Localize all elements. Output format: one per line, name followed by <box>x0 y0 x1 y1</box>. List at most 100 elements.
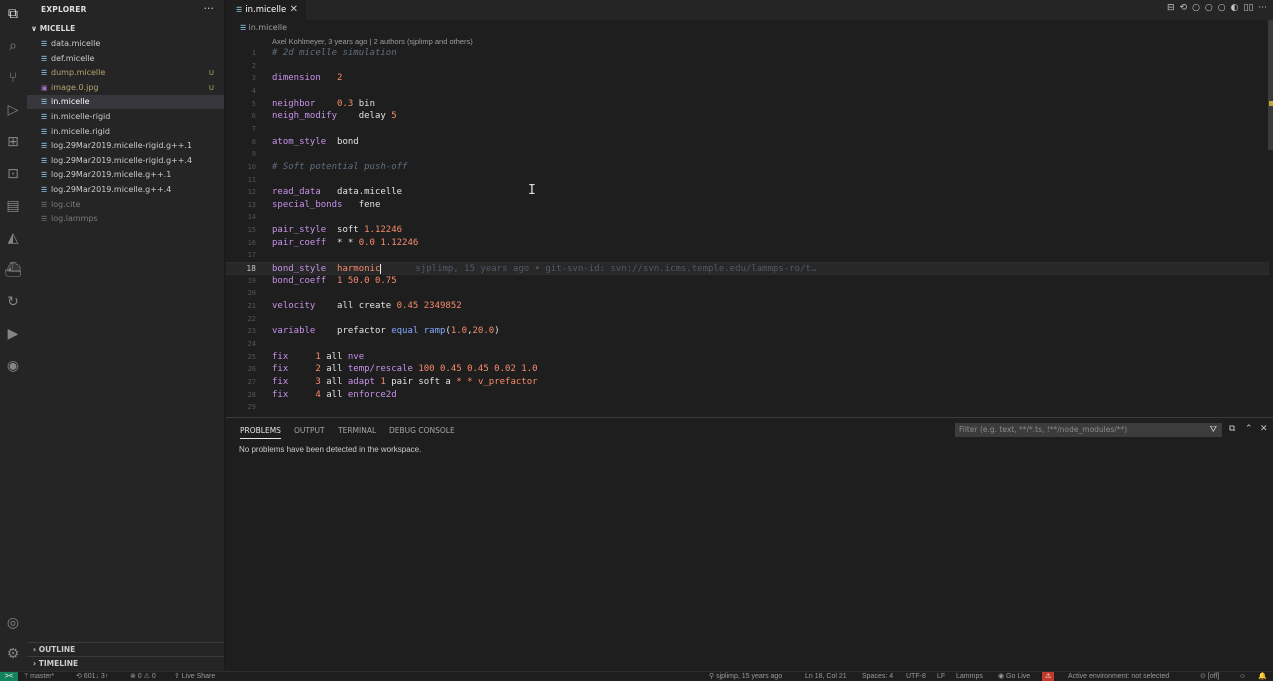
tab-debug-console[interactable]: DEBUG CONSOLE <box>389 426 455 435</box>
encoding[interactable]: UTF-8 <box>906 672 926 681</box>
accounts-icon[interactable]: ◎ <box>4 614 22 632</box>
code-line[interactable]: 1 # 2d micelle simulation <box>226 47 1269 60</box>
file-item[interactable]: ☰ dump.micelle U <box>27 66 224 80</box>
code-line[interactable]: 5 neighbor 0.3 bin <box>226 98 1269 111</box>
file-item[interactable]: ☰ in.micelle.rigid <box>27 125 224 139</box>
code-editor[interactable]: 1 # 2d micelle simulation 2 3 dimension 245n… <box>226 47 1273 413</box>
filter-icon[interactable]: ⛛ <box>1209 424 1217 436</box>
code-line[interactable]: 18 bond_style harmonic sjplimp, 15 years a… <box>226 262 1269 275</box>
code-line[interactable]: 7 <box>226 123 1269 136</box>
docker-icon[interactable]: ⛴ <box>4 261 22 279</box>
problems-filter-input[interactable]: Filter (e.g. text, **/*.ts, !**/node_mod… <box>955 423 1222 437</box>
remote-indicator[interactable]: >< <box>0 672 18 681</box>
problems-indicator[interactable]: ⊗ 0 ⚠ 0 <box>130 672 156 681</box>
code-line[interactable]: 29 <box>226 401 1269 414</box>
code-line[interactable]: 14 <box>226 211 1269 224</box>
circle-icon[interactable]: ○ <box>1218 3 1226 13</box>
section-timeline[interactable]: › TIMELINE <box>27 656 224 670</box>
code-line[interactable]: 19 bond_coeff 1 50.0 0.75 <box>226 275 1269 288</box>
code-line[interactable]: 11 <box>226 174 1269 187</box>
explorer-icon[interactable]: ⧉ <box>4 5 22 23</box>
branch-indicator[interactable]: ᛘ master* <box>24 672 54 681</box>
file-item[interactable]: ☰ log.29Mar2019.micelle-rigid.g++.4 <box>27 154 224 168</box>
collapse-all-icon[interactable]: ⧉ <box>1229 424 1235 434</box>
file-item[interactable]: ☰ log.29Mar2019.micelle-rigid.g++.1 <box>27 139 224 153</box>
gitlab-icon[interactable]: ◭ <box>4 229 22 247</box>
source-control-icon[interactable]: ⑂ <box>4 69 22 87</box>
file-item[interactable]: ☰ log.29Mar2019.micelle.g++.4 <box>27 183 224 197</box>
open-preview-icon[interactable]: ⊟ <box>1167 3 1175 13</box>
code-line[interactable]: 13 special_bonds fene <box>226 199 1269 212</box>
file-item[interactable]: ☰ def.micelle <box>27 52 224 66</box>
file-item[interactable]: ☰ log.lammps <box>27 212 224 226</box>
section-outline[interactable]: › OUTLINE <box>27 642 224 656</box>
code-line[interactable]: 20 <box>226 287 1269 300</box>
code-line[interactable]: 28 fix 4 all enforce2d <box>226 389 1269 402</box>
sync-indicator[interactable]: ⟲ 601↓ 3↑ <box>76 672 108 681</box>
git-history-icon[interactable]: ⟲ <box>1180 3 1188 13</box>
indentation[interactable]: Spaces: 4 <box>862 672 893 681</box>
code-line[interactable]: 3 dimension 2 <box>226 72 1269 85</box>
run-icon[interactable]: ▶ <box>4 325 22 343</box>
go-live-button[interactable]: ◉ Go Live <box>998 672 1030 681</box>
github-icon[interactable]: ◉ <box>4 357 22 375</box>
end-of-line[interactable]: LF <box>937 672 945 681</box>
blame-status[interactable]: ⚲ sjplimp, 15 years ago <box>709 672 782 681</box>
tab-terminal[interactable]: TERMINAL <box>338 426 376 435</box>
code-line[interactable]: 22 <box>226 313 1269 326</box>
extensions-icon[interactable]: ⊞ <box>4 133 22 151</box>
file-item[interactable]: ☰ in.micelle-rigid <box>27 110 224 124</box>
python-environment[interactable]: Active environment: not selected <box>1068 672 1169 681</box>
file-item[interactable]: ☰ in.micelle <box>27 95 224 110</box>
code-line[interactable]: 10 # Soft potential push-off <box>226 161 1269 174</box>
file-item[interactable]: ☰ data.micelle <box>27 37 224 51</box>
notifications-bell-icon[interactable]: 🔔 <box>1258 672 1267 681</box>
code-line[interactable]: 8 atom_style bond <box>226 136 1269 149</box>
code-line[interactable]: 16 pair_coeff * * 0.0 1.12246 <box>226 237 1269 250</box>
settings-gear-icon[interactable]: ⚙ <box>4 645 22 663</box>
previous-change-icon[interactable]: ○ <box>1192 3 1200 13</box>
code-line[interactable]: 17 <box>226 249 1269 262</box>
file-item[interactable]: ☰ log.cite <box>27 198 224 212</box>
close-tab-icon[interactable]: ✕ <box>290 0 298 20</box>
sidebar-more-icon[interactable]: ··· <box>204 2 215 15</box>
code-line[interactable]: 12 read_data data.micelle <box>226 186 1269 199</box>
editor-scrollbar[interactable] <box>1268 20 1273 150</box>
code-line[interactable]: 21 velocity all create 0.45 2349852 <box>226 300 1269 313</box>
code-line[interactable]: 25 fix 1 all nve <box>226 351 1269 364</box>
code-line[interactable]: 9 <box>226 148 1269 161</box>
cursor-position[interactable]: Ln 18, Col 21 <box>805 672 847 681</box>
maximize-panel-icon[interactable]: ⌃ <box>1245 424 1253 434</box>
live-share-icon[interactable]: ↻ <box>4 293 22 311</box>
breadcrumb[interactable]: ☰ in.micelle <box>240 23 287 32</box>
tab-output[interactable]: OUTPUT <box>294 426 325 435</box>
split-editor-icon[interactable]: ▯▯ <box>1244 3 1254 13</box>
code-line[interactable]: 6 neigh_modify delay 5 <box>226 110 1269 123</box>
code-line[interactable]: 24 <box>226 338 1269 351</box>
language-mode[interactable]: Lammps <box>956 672 983 681</box>
next-change-icon[interactable]: ○ <box>1205 3 1213 13</box>
feedback-icon[interactable]: ☺ <box>1239 672 1246 681</box>
code-line[interactable]: 23 variable prefactor equal ramp(1.0,20.0… <box>226 325 1269 338</box>
off-indicator[interactable]: ⊙ [off] <box>1200 672 1219 681</box>
close-panel-icon[interactable]: ✕ <box>1260 424 1268 434</box>
tab-problems[interactable]: PROBLEMS <box>240 426 281 439</box>
code-line[interactable]: 15 pair_style soft 1.12246 <box>226 224 1269 237</box>
file-item[interactable]: ☰ log.29Mar2019.micelle.g++.1 <box>27 168 224 182</box>
code-line[interactable]: 27 fix 3 all adapt 1 pair soft a * * v_pr… <box>226 376 1269 389</box>
search-icon[interactable]: ⌕ <box>4 37 22 55</box>
pull-requests-icon[interactable]: ▤ <box>4 197 22 215</box>
more-actions-icon[interactable]: ··· <box>1258 3 1267 13</box>
blame-codelens[interactable]: Axel Kohlmeyer, 3 years ago | 2 authors … <box>272 37 473 46</box>
folder-header[interactable]: ∨ MICELLE <box>31 24 75 33</box>
code-line[interactable]: 2 <box>226 60 1269 73</box>
split-toggle-icon[interactable]: ◐ <box>1231 3 1239 13</box>
code-line[interactable]: 26 fix 2 all temp/rescale 100 0.45 0.45 0… <box>226 363 1269 376</box>
remote-explorer-icon[interactable]: ⊡ <box>4 165 22 183</box>
code-line[interactable]: 4 <box>226 85 1269 98</box>
live-share-button[interactable]: ⇪ Live Share <box>174 672 215 681</box>
warning-icon[interactable]: ⚠ <box>1042 672 1055 681</box>
file-item[interactable]: ▣ image.0.jpg U <box>27 81 224 95</box>
run-debug-icon[interactable]: ▷ <box>4 101 22 119</box>
tab-in-micelle[interactable]: ☰ in.micelle ✕ <box>226 0 306 20</box>
